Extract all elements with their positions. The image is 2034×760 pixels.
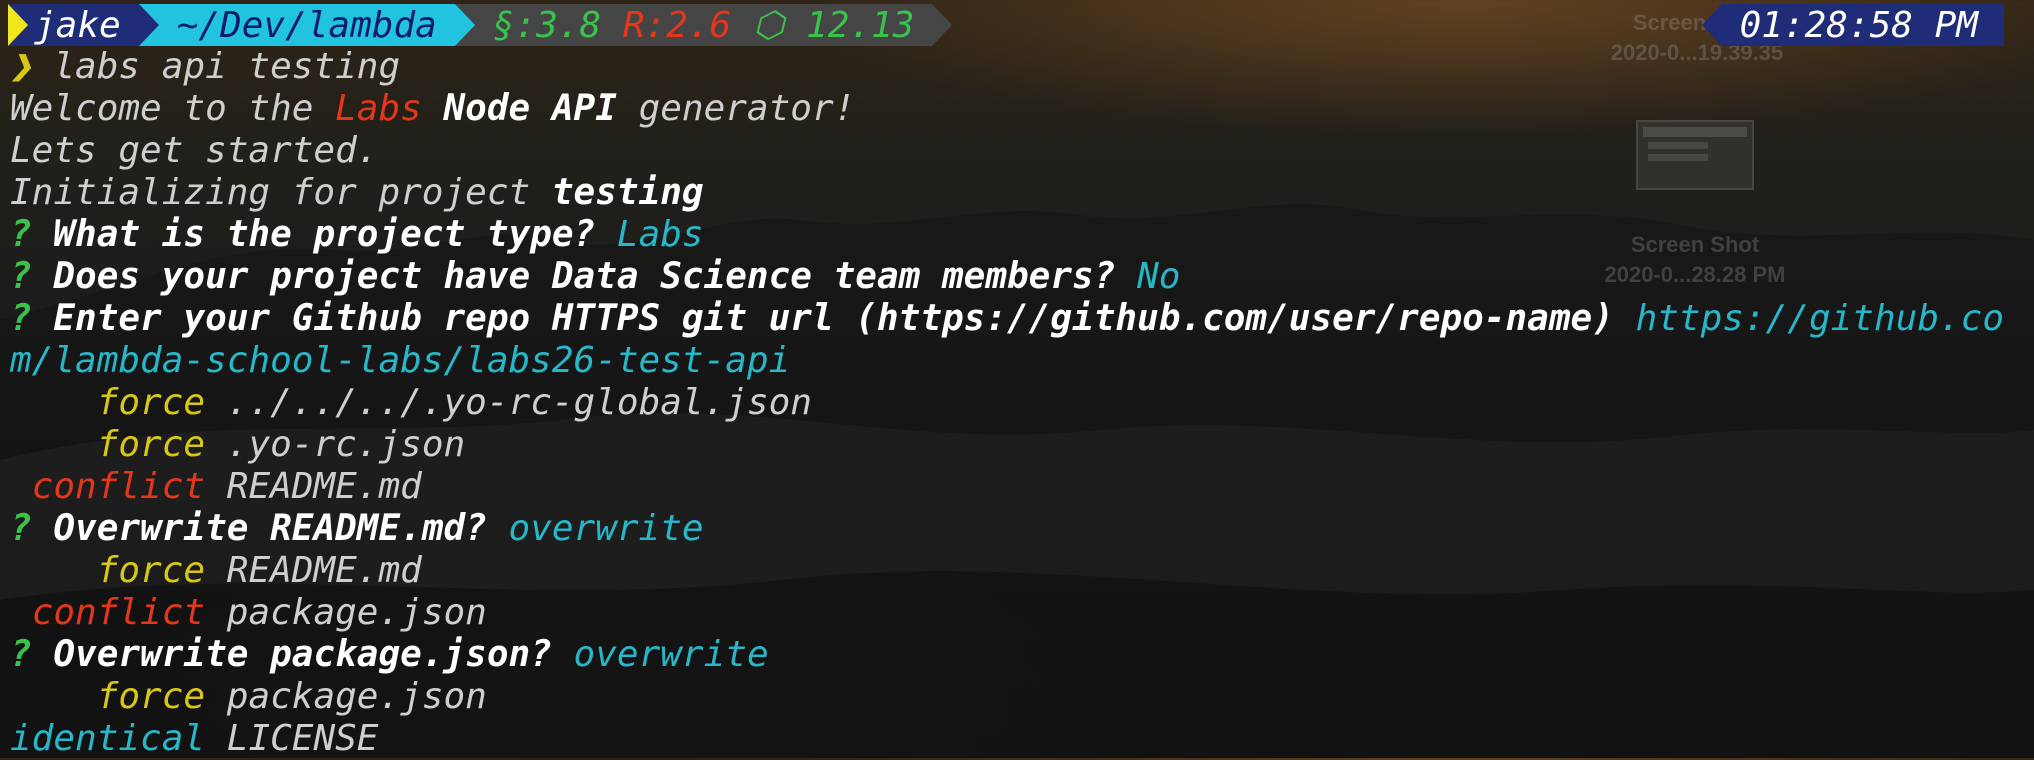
conflict-line-readme: conflict README.md	[10, 466, 2004, 508]
init-project-name: testing	[551, 172, 704, 213]
prompt-start-triangle-icon	[8, 4, 28, 46]
prompt-ruby-version: §:3.8	[492, 4, 602, 46]
question-mark-icon: ?	[10, 298, 32, 339]
init-text: Initializing for project	[10, 172, 552, 213]
prompt-clock-segment: 01:28:58 PM	[1701, 4, 2004, 46]
force-label: force	[96, 676, 206, 717]
powerline-separator-icon	[454, 4, 475, 46]
force-line-global: force ../../../.yo-rc-global.json	[10, 382, 2004, 424]
force-label: force	[96, 424, 206, 465]
welcome-line: Welcome to the Labs Node API generator!	[10, 88, 2004, 130]
welcome-node-api: Node API	[421, 88, 617, 129]
prompt-chevron-icon: ❯	[10, 46, 32, 87]
welcome-text: Welcome to the	[10, 88, 336, 129]
prompt-path-segment: ~/Dev/lambda	[158, 4, 455, 46]
file-name: ../../../.yo-rc-global.json	[226, 382, 812, 423]
answer-text: Labs	[616, 214, 704, 255]
question-mark-icon: ?	[10, 508, 32, 549]
file-name: .yo-rc.json	[226, 424, 466, 465]
question-overwrite-readme: ? Overwrite README.md? overwrite	[10, 508, 2004, 550]
welcome-labs: Labs	[335, 88, 422, 129]
file-name: LICENSE	[226, 718, 379, 759]
prompt-env-segment: §:3.8 R:2.6 ⬡ 12.13	[474, 4, 933, 46]
question-project-type: ? What is the project type? Labs	[10, 214, 2004, 256]
answer-url-part1: https://github.co	[1635, 298, 2005, 339]
terminal-output: ❯ labs api testing Welcome to the Labs N…	[10, 46, 2004, 760]
force-line-yorc: force .yo-rc.json	[10, 424, 2004, 466]
file-name: package.json	[226, 592, 487, 633]
prompt-user-segment: jake	[8, 4, 139, 46]
command-text: labs api testing	[31, 46, 401, 87]
started-line: Lets get started.	[10, 130, 379, 171]
question-overwrite-package: ? Overwrite package.json? overwrite	[10, 634, 2004, 676]
force-label: force	[96, 550, 206, 591]
question-text: Enter your Github repo HTTPS git url (ht…	[31, 298, 1636, 339]
command-line: ❯ labs api testing	[10, 46, 2004, 88]
force-line-readme: force README.md	[10, 550, 2004, 592]
question-text: Overwrite package.json?	[31, 634, 574, 675]
file-name: package.json	[226, 676, 487, 717]
force-label: force	[96, 382, 206, 423]
question-text: What is the project type?	[31, 214, 617, 255]
question-mark-icon: ?	[10, 214, 32, 255]
prompt-clock: 01:28:58 PM	[1721, 4, 2004, 46]
file-name: README.md	[226, 550, 422, 591]
conflict-label: conflict	[31, 466, 206, 507]
answer-text: overwrite	[573, 634, 769, 675]
welcome-generator: generator!	[616, 88, 856, 129]
conflict-label: conflict	[31, 592, 206, 633]
question-github-url: ? Enter your Github repo HTTPS git url (…	[10, 298, 2004, 340]
question-mark-icon: ?	[10, 256, 32, 297]
answer-text: No	[1137, 256, 1181, 297]
init-line: Initializing for project testing	[10, 172, 2004, 214]
file-name: README.md	[226, 466, 422, 507]
answer-text: overwrite	[508, 508, 704, 549]
powerline-separator-left-icon	[1701, 4, 1722, 46]
identical-label: identical	[10, 718, 206, 759]
prompt-node-version: 12.13	[806, 4, 915, 46]
shell-prompt-bar: jake ~/Dev/lambda §:3.8 R:2.6 ⬡ 12.13	[8, 4, 953, 46]
prompt-user: jake	[34, 4, 121, 46]
node-hexagon-icon: ⬡	[752, 4, 785, 46]
question-mark-icon: ?	[10, 634, 32, 675]
prompt-path: ~/Dev/lambda	[176, 4, 437, 46]
conflict-line-package: conflict package.json	[10, 592, 2004, 634]
force-line-package: force package.json	[10, 676, 2004, 718]
question-text: Does your project have Data Science team…	[31, 256, 1138, 297]
prompt-r-version: R:2.6	[622, 4, 732, 46]
answer-url-part2: m/lambda-school-labs/labs26-test-api	[10, 340, 791, 381]
question-text: Overwrite README.md?	[31, 508, 509, 549]
powerline-separator-icon	[138, 4, 159, 46]
question-data-science: ? Does your project have Data Science te…	[10, 256, 2004, 298]
powerline-separator-icon	[932, 4, 953, 46]
identical-line-license: identical LICENSE	[10, 718, 2004, 760]
